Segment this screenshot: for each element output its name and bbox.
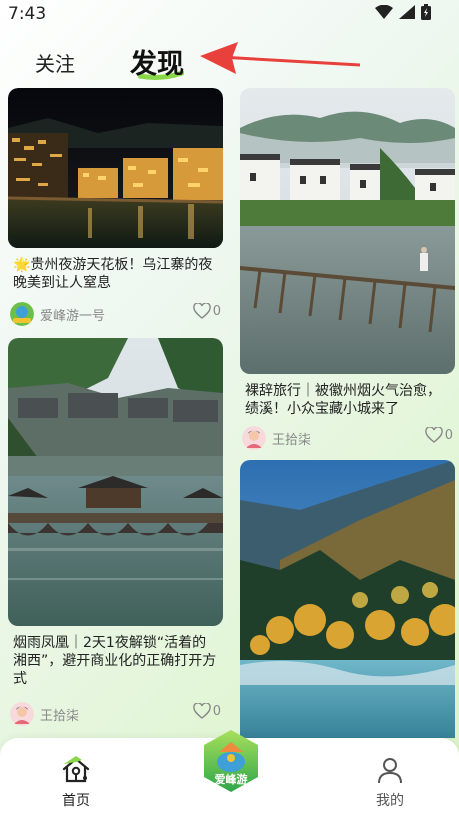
author-name: 爱峰游一号 [40,308,106,324]
like-button[interactable]: 0 [192,303,221,319]
nav-home[interactable]: 首页 [56,756,96,810]
post-image-night-village[interactable] [8,88,223,248]
like-count: 0 [444,427,453,443]
post-card[interactable] [240,460,455,738]
author-name: 王拾柒 [40,708,80,724]
red-arrow-annotation [200,42,361,74]
like-button[interactable]: 0 [192,703,221,719]
battery-icon [421,4,431,20]
like-count: 0 [212,703,221,719]
wifi-icon [375,5,393,19]
author-avatar [242,426,266,450]
center-logo-text: 爱峰游 [214,773,248,786]
nav-home-label: 首页 [62,793,90,809]
post-author[interactable]: 王拾柒 [242,426,311,450]
post-card[interactable]: 🌟贵州夜游天花板！乌江寨的夜晚美到让人窒息 爱峰游一号 0 [8,88,223,328]
post-author[interactable]: 王拾柒 [10,702,79,726]
post-image-autumn-lake[interactable] [240,460,455,738]
author-name: 王拾柒 [272,432,312,448]
center-logo-button[interactable]: 爱峰游 [201,728,261,794]
author-avatar [10,702,34,726]
post-image-huizhou[interactable] [240,88,455,374]
post-card[interactable]: 裸辞旅行｜被徽州烟火气治愈，绩溪！小众宝藏小城来了 王拾柒 0 [240,88,455,450]
post-image-fenghuang[interactable] [8,338,223,626]
heart-icon [192,703,211,719]
status-icons [375,4,431,20]
author-avatar [10,302,34,326]
signal-icon [399,5,415,19]
nav-me-label: 我的 [376,793,404,809]
post-title[interactable]: 烟雨凤凰｜2天1夜解锁“活着的湘西”，避开商业化的正确打开方式 [13,634,217,688]
post-author[interactable]: 爱峰游一号 [10,302,105,326]
post-title[interactable]: 🌟贵州夜游天花板！乌江寨的夜晚美到让人窒息 [13,256,217,292]
home-icon [62,756,90,783]
bottom-navigation: 首页 爱峰游 我的 [0,730,459,822]
tab-follow[interactable]: 关注 [35,48,75,77]
post-card[interactable]: 烟雨凤凰｜2天1夜解锁“活着的湘西”，避开商业化的正确打开方式 王拾柒 0 [8,338,223,730]
status-bar: 7:43 [0,0,459,26]
like-button[interactable]: 0 [424,427,453,443]
status-time: 7:43 [8,4,47,24]
like-count: 0 [212,303,221,319]
tab-discover[interactable]: 发现 [130,42,184,81]
post-title[interactable]: 裸辞旅行｜被徽州烟火气治愈，绩溪！小众宝藏小城来了 [245,382,449,418]
discover-feed[interactable]: 🌟贵州夜游天花板！乌江寨的夜晚美到让人窒息 爱峰游一号 0 烟雨凤凰｜2天1夜解… [0,88,459,738]
heart-icon [424,427,443,443]
nav-me[interactable]: 我的 [370,756,410,810]
heart-icon [192,303,211,319]
user-icon [378,758,402,784]
